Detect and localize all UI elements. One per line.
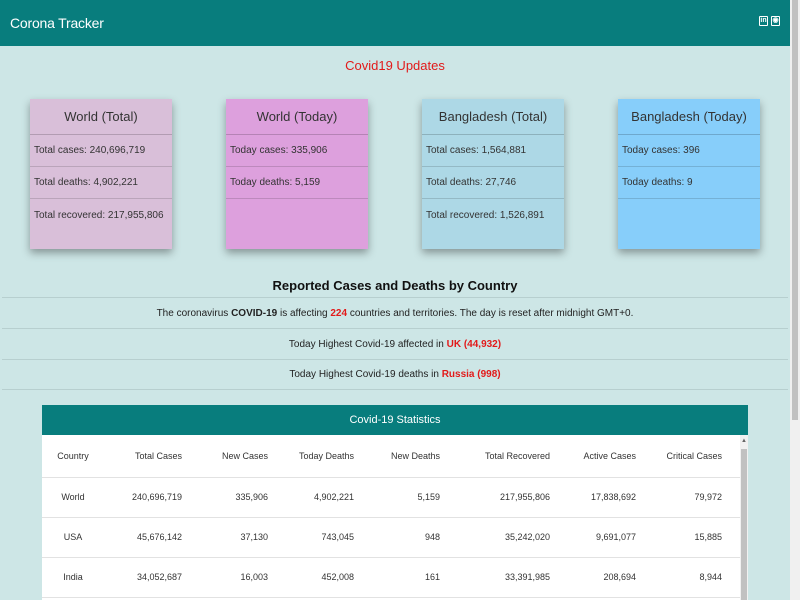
card-row <box>618 199 760 231</box>
cell-new-deaths: 161 <box>354 557 440 598</box>
card-title: World (Total) <box>30 99 172 135</box>
github-icon[interactable]: ◉ <box>771 16 780 26</box>
table-row: USA 45,676,142 37,130 743,045 948 35,242… <box>42 517 748 558</box>
col-header[interactable]: New Deaths <box>354 435 440 478</box>
statistics-panel: Covid-19 Statistics Country Total Cases … <box>42 405 748 600</box>
linkedin-icon[interactable]: in <box>759 16 768 26</box>
info-highest-affected: Today Highest Covid-19 affected in UK (4… <box>2 328 788 359</box>
info-highest-deaths: Today Highest Covid-19 deaths in Russia … <box>2 359 788 390</box>
cell-new-deaths: 948 <box>354 517 440 558</box>
cell-new-cases: 37,130 <box>182 517 268 558</box>
table-scrollbar-thumb[interactable] <box>741 449 747 600</box>
col-header[interactable]: Country <box>42 435 104 478</box>
col-header[interactable]: Total Cases <box>104 435 182 478</box>
info-text: countries and territories. The day is re… <box>349 307 634 319</box>
statistics-table-wrap[interactable]: Country Total Cases New Cases Today Deat… <box>42 435 748 600</box>
info-text: is affecting <box>279 307 328 319</box>
page-scrollbar[interactable] <box>790 0 800 600</box>
info-text: Today Highest Covid-19 affected in <box>288 338 444 350</box>
col-header[interactable]: Today Deaths <box>268 435 354 478</box>
table-header-row: Country Total Cases New Cases Today Deat… <box>42 435 748 478</box>
cell-total-cases: 240,696,719 <box>104 477 182 518</box>
table-scrollbar[interactable]: ▲ <box>740 435 748 600</box>
scroll-up-icon[interactable]: ▲ <box>741 438 747 444</box>
cell-new-deaths: 5,159 <box>354 477 440 518</box>
highest-affected-value: UK (44,932) <box>446 338 502 350</box>
cell-total-cases: 45,676,142 <box>104 517 182 558</box>
cell-active-cases: 208,694 <box>550 557 636 598</box>
card-row: Total cases: 240,696,719 <box>30 135 172 167</box>
statistics-table: Country Total Cases New Cases Today Deat… <box>42 435 748 598</box>
card-row: Total recovered: 217,955,806 <box>34 209 164 221</box>
cell-total-recovered: 217,955,806 <box>440 477 550 518</box>
card-bangladesh-today: Bangladesh (Today) Today cases: 396 Toda… <box>618 99 760 249</box>
app-title[interactable]: Corona Tracker <box>10 15 104 31</box>
card-row: Today cases: 335,906 <box>226 135 368 167</box>
cell-today-deaths: 743,045 <box>268 517 354 558</box>
cell-country: India <box>42 557 104 598</box>
card-row <box>226 199 368 231</box>
card-row: Today deaths: 9 <box>618 167 760 199</box>
navbar: Corona Tracker in ◉ <box>0 0 790 46</box>
cell-new-cases: 335,906 <box>182 477 268 518</box>
info-text: Today Highest Covid-19 deaths in <box>289 369 439 380</box>
card-world-today: World (Today) Today cases: 335,906 Today… <box>226 99 368 249</box>
info-covid: COVID-19 <box>231 307 278 319</box>
cell-country: USA <box>42 517 104 558</box>
card-row: Total cases: 1,564,881 <box>422 135 564 167</box>
col-header[interactable]: Active Cases <box>550 435 636 478</box>
statistics-title: Covid-19 Statistics <box>42 405 748 435</box>
card-title: Bangladesh (Today) <box>618 99 760 135</box>
card-title: World (Today) <box>226 99 368 135</box>
table-row: World 240,696,719 335,906 4,902,221 5,15… <box>42 477 748 518</box>
card-row: Today deaths: 5,159 <box>226 167 368 199</box>
table-row: India 34,052,687 16,003 452,008 161 33,3… <box>42 557 748 598</box>
card-row: Total deaths: 4,902,221 <box>30 167 172 199</box>
section-title: Reported Cases and Deaths by Country <box>272 278 518 293</box>
cell-active-cases: 17,838,692 <box>550 477 636 518</box>
card-world-total: World (Total) Total cases: 240,696,719 T… <box>30 99 172 249</box>
nav-icons: in ◉ <box>759 16 780 26</box>
cell-active-cases: 9,691,077 <box>550 517 636 558</box>
scrollbar-thumb[interactable] <box>792 0 798 420</box>
col-header[interactable]: New Cases <box>182 435 268 478</box>
card-row: Total recovered: 1,526,891 <box>426 209 545 221</box>
card-row: Total deaths: 27,746 <box>422 167 564 199</box>
cell-today-deaths: 4,902,221 <box>268 477 354 518</box>
card-row: Today cases: 396 <box>618 135 760 167</box>
cell-total-recovered: 35,242,020 <box>440 517 550 558</box>
info-text: The coronavirus <box>156 307 229 319</box>
cell-total-cases: 34,052,687 <box>104 557 182 598</box>
updates-title: Covid19 Updates <box>345 58 445 73</box>
cell-today-deaths: 452,008 <box>268 557 354 598</box>
col-header[interactable]: Critical Cases <box>636 435 722 478</box>
col-header[interactable]: Total Recovered <box>440 435 550 478</box>
card-bangladesh-total: Bangladesh (Total) Total cases: 1,564,88… <box>422 99 564 249</box>
info-affected-countries: The coronavirus COVID-19 is affecting 22… <box>2 297 788 328</box>
cell-critical-cases: 79,972 <box>636 477 722 518</box>
card-title: Bangladesh (Total) <box>422 99 564 135</box>
cell-country: World <box>42 477 104 518</box>
country-count: 224 <box>330 307 348 319</box>
cell-critical-cases: 15,885 <box>636 517 722 558</box>
cell-total-recovered: 33,391,985 <box>440 557 550 598</box>
highest-deaths-value: Russia (998) <box>441 369 501 380</box>
cell-critical-cases: 8,944 <box>636 557 722 598</box>
cell-new-cases: 16,003 <box>182 557 268 598</box>
